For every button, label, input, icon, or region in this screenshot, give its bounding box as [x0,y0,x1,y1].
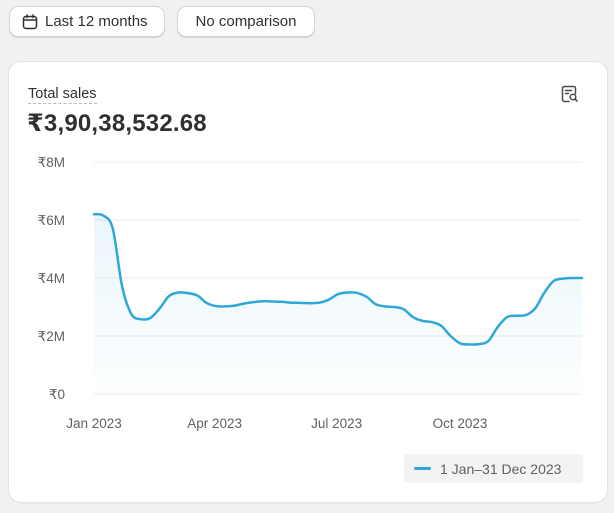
date-range-button[interactable]: Last 12 months [9,6,165,37]
calendar-icon [22,13,38,30]
date-range-label: Last 12 months [45,13,148,30]
legend-swatch [414,467,431,470]
x-tick-label: Jan 2023 [66,416,122,431]
chart-legend: 1 Jan–31 Dec 2023 [404,454,583,483]
comparison-label: No comparison [195,13,297,30]
comparison-button[interactable]: No comparison [177,6,315,37]
x-tick-label: Oct 2023 [433,416,488,431]
y-tick-label: ₹0 [49,387,65,402]
x-tick-label: Apr 2023 [187,416,242,431]
y-tick-label: ₹2M [38,329,65,344]
total-sales-card: Total sales ₹3,90,38,532.68 ₹0 ₹2M ₹4M ₹6M ₹… [9,62,607,502]
x-tick-label: Jul 2023 [311,416,362,431]
sales-line-chart: ₹0 ₹2M ₹4M ₹6M ₹8M Jan 2023 Apr 2023 Jul 2023 O… [38,155,584,431]
y-tick-label: ₹6M [38,213,65,228]
series-area [94,214,582,394]
y-tick-label: ₹4M [38,271,65,286]
legend-label: 1 Jan–31 Dec 2023 [440,460,562,477]
y-tick-label: ₹8M [38,155,65,170]
